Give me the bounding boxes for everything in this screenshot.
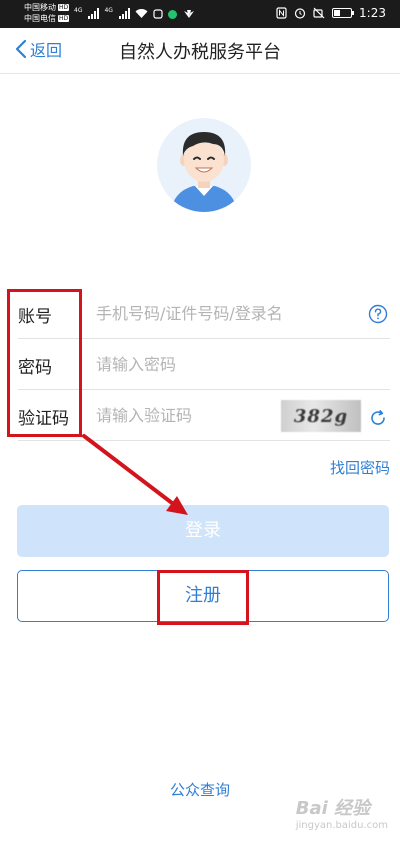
carrier-2: 中国电信 bbox=[24, 14, 56, 23]
captcha-label: 验证码 bbox=[18, 409, 69, 429]
nfc-icon bbox=[276, 7, 287, 19]
network-type-1: 4G bbox=[74, 7, 83, 14]
watermark-sub: jingyan.baidu.com bbox=[295, 820, 388, 831]
network-type-2: 4G bbox=[104, 7, 113, 14]
watermark-main: Bai 经验 bbox=[295, 798, 371, 819]
status-right: 1:23 bbox=[276, 6, 386, 20]
login-button[interactable]: 登录 bbox=[17, 505, 389, 557]
watermark: Bai 经验 jingyan.baidu.com bbox=[296, 794, 388, 831]
password-input[interactable] bbox=[96, 349, 316, 379]
account-row: 账号 bbox=[18, 288, 390, 339]
huawei-icon bbox=[183, 10, 194, 18]
mute-icon bbox=[313, 7, 325, 19]
refresh-icon[interactable] bbox=[368, 408, 388, 428]
hd-badge: HD bbox=[58, 15, 70, 22]
app-notification-icon bbox=[153, 9, 163, 19]
battery-icon bbox=[332, 8, 355, 18]
captcha-input[interactable] bbox=[96, 400, 266, 430]
carrier-1: 中国移动 bbox=[24, 3, 56, 12]
password-row: 密码 bbox=[18, 339, 390, 390]
captcha-row: 验证码 382g bbox=[18, 390, 390, 441]
app-notification-icon bbox=[167, 10, 177, 19]
signal-icon bbox=[118, 7, 130, 19]
page-title: 自然人办税服务平台 bbox=[119, 42, 281, 63]
hd-badge: HD bbox=[58, 4, 70, 11]
avatar bbox=[157, 118, 251, 212]
password-label: 密码 bbox=[18, 358, 52, 378]
signal-icon bbox=[88, 7, 100, 19]
account-label: 账号 bbox=[18, 307, 52, 327]
wifi-icon bbox=[135, 9, 148, 18]
help-icon[interactable] bbox=[368, 304, 388, 324]
network-icons: 4G 4G bbox=[74, 7, 196, 19]
nav-bar: 返回 自然人办税服务平台 bbox=[0, 28, 400, 74]
login-form: 账号 密码 验证码 382g bbox=[18, 288, 390, 441]
account-input[interactable] bbox=[96, 298, 316, 328]
forgot-password-link[interactable]: 找回密码 bbox=[330, 457, 390, 478]
register-button[interactable]: 注册 bbox=[17, 570, 389, 622]
alarm-icon bbox=[294, 8, 306, 19]
status-time: 1:23 bbox=[359, 6, 386, 20]
captcha-image[interactable]: 382g bbox=[281, 400, 361, 432]
status-bar: 中国移动 HD 中国电信 HD 4G 4G 1:23 bbox=[0, 0, 400, 28]
user-avatar-icon bbox=[171, 132, 237, 212]
carrier-info: 中国移动 HD 中国电信 HD bbox=[24, 2, 70, 24]
